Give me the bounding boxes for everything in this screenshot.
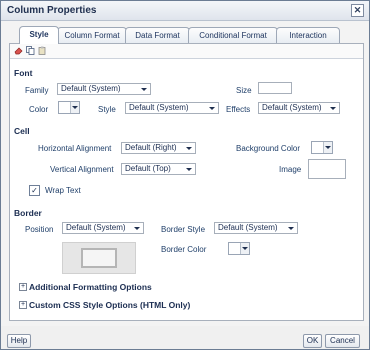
chevron-down-icon bbox=[70, 102, 79, 113]
chevron-down-icon bbox=[209, 107, 215, 110]
chevron-down-icon bbox=[240, 243, 249, 254]
vertical-alignment-label: Vertical Alignment bbox=[50, 165, 114, 174]
chevron-down-icon bbox=[288, 227, 294, 230]
close-button[interactable]: ✕ bbox=[351, 4, 364, 17]
font-style-select[interactable]: Default (System) bbox=[125, 102, 219, 114]
tab-style[interactable]: Style bbox=[19, 26, 59, 44]
border-preview-box bbox=[81, 248, 117, 268]
font-color-picker[interactable] bbox=[58, 101, 80, 114]
style-label: Style bbox=[98, 105, 116, 114]
chevron-down-icon bbox=[323, 142, 332, 153]
size-label: Size bbox=[236, 86, 252, 95]
tab-strip: Style Column Format Data Format Conditio… bbox=[19, 26, 364, 44]
chevron-down-icon bbox=[134, 227, 140, 230]
vertical-alignment-value: Default (Top) bbox=[125, 164, 171, 173]
style-panel: Font Family Default (System) Size Color … bbox=[9, 43, 364, 321]
font-family-select[interactable]: Default (System) bbox=[57, 83, 151, 95]
border-section-title: Border bbox=[14, 208, 42, 218]
border-position-select[interactable]: Default (System) bbox=[62, 222, 144, 234]
cancel-button[interactable]: Cancel bbox=[325, 334, 360, 348]
chevron-down-icon bbox=[141, 88, 147, 91]
border-color-label: Border Color bbox=[161, 245, 207, 254]
font-section-title: Font bbox=[14, 68, 33, 78]
font-style-value: Default (System) bbox=[129, 103, 189, 112]
help-button[interactable]: Help bbox=[7, 334, 31, 348]
border-color-picker[interactable] bbox=[228, 242, 250, 255]
tab-conditional-format[interactable]: Conditional Format bbox=[188, 27, 278, 43]
horizontal-alignment-label: Horizontal Alignment bbox=[38, 144, 112, 153]
column-properties-dialog: Column Properties ✕ Style Column Format … bbox=[0, 0, 370, 350]
border-style-value: Default (System) bbox=[218, 223, 278, 232]
tab-data-format[interactable]: Data Format bbox=[125, 27, 190, 43]
color-label: Color bbox=[29, 105, 49, 114]
wrap-text-label: Wrap Text bbox=[45, 186, 81, 195]
custom-css-style-options[interactable]: Custom CSS Style Options (HTML Only) bbox=[29, 300, 190, 310]
copy-icon[interactable] bbox=[26, 46, 35, 55]
ok-button[interactable]: OK bbox=[303, 334, 322, 348]
font-effects-select[interactable]: Default (System) bbox=[258, 102, 340, 114]
dialog-footer: Help OK Cancel bbox=[1, 326, 369, 349]
border-style-label: Border Style bbox=[161, 225, 206, 234]
chevron-down-icon bbox=[186, 147, 192, 150]
eraser-icon[interactable] bbox=[14, 46, 23, 55]
horizontal-alignment-select[interactable]: Default (Right) bbox=[121, 142, 196, 154]
border-position-value: Default (System) bbox=[66, 223, 126, 232]
chevron-down-icon bbox=[330, 107, 336, 110]
wrap-text-checkbox[interactable]: ✓ bbox=[29, 185, 40, 196]
dialog-title: Column Properties bbox=[7, 5, 97, 16]
family-label: Family bbox=[25, 86, 49, 95]
effects-label: Effects bbox=[226, 105, 251, 114]
style-toolbar bbox=[10, 44, 363, 59]
tab-column-format[interactable]: Column Format bbox=[57, 27, 127, 43]
image-selector[interactable] bbox=[308, 159, 346, 179]
background-color-picker[interactable] bbox=[311, 141, 333, 154]
border-preview[interactable] bbox=[62, 242, 136, 274]
cell-section-title: Cell bbox=[14, 126, 30, 136]
tab-interaction[interactable]: Interaction bbox=[276, 27, 340, 43]
additional-formatting-options[interactable]: Additional Formatting Options bbox=[29, 282, 152, 292]
font-size-input[interactable] bbox=[258, 82, 292, 94]
image-label: Image bbox=[279, 165, 302, 174]
font-effects-value: Default (System) bbox=[262, 103, 322, 112]
border-position-label: Position bbox=[25, 225, 54, 234]
font-family-value: Default (System) bbox=[61, 84, 121, 93]
title-bar[interactable]: Column Properties ✕ bbox=[1, 1, 369, 21]
expand-plus-icon[interactable]: + bbox=[19, 283, 27, 291]
horizontal-alignment-value: Default (Right) bbox=[125, 143, 177, 152]
background-color-label: Background Color bbox=[236, 144, 301, 153]
border-style-select[interactable]: Default (System) bbox=[214, 222, 298, 234]
chevron-down-icon bbox=[186, 168, 192, 171]
paste-icon[interactable] bbox=[38, 46, 47, 55]
expand-plus-icon[interactable]: + bbox=[19, 301, 27, 309]
vertical-alignment-select[interactable]: Default (Top) bbox=[121, 163, 196, 175]
